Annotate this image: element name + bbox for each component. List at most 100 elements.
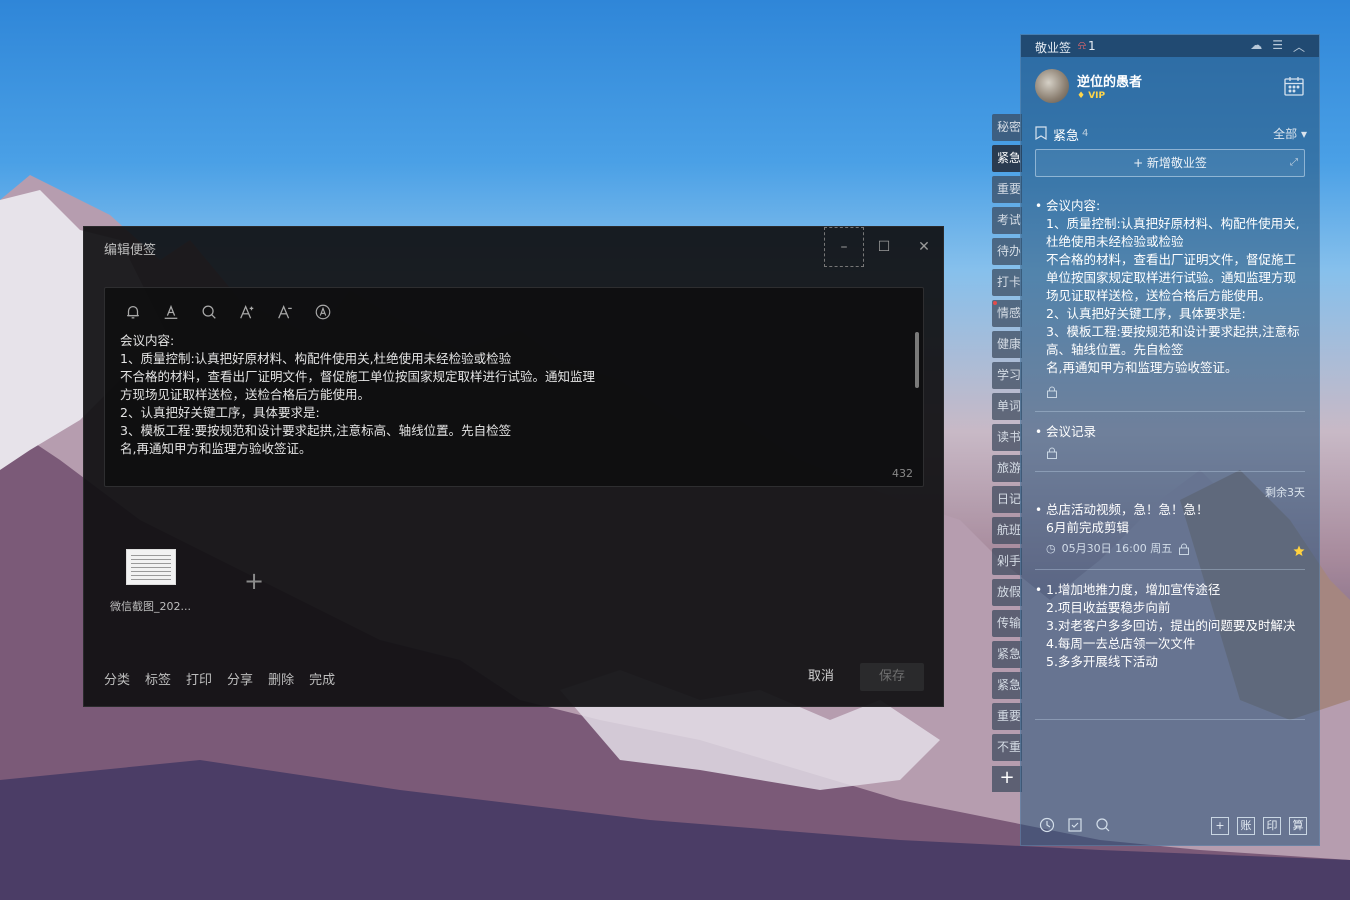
category-tab[interactable]: 旅游: [992, 455, 1022, 482]
note-item[interactable]: • 1.增加地推力度，增加宣传途径 2.项目收益要稳步向前 3.对老客户多多回访…: [1035, 581, 1305, 671]
username[interactable]: 逆位的愚者: [1077, 71, 1142, 90]
category-tab[interactable]: 单词: [992, 393, 1022, 420]
category-tab[interactable]: 读书: [992, 424, 1022, 451]
category-tab[interactable]: 健康: [992, 331, 1022, 358]
calendar-icon[interactable]: [1283, 75, 1305, 97]
share-button[interactable]: 分享: [227, 669, 253, 688]
font-increase-icon[interactable]: [237, 302, 257, 322]
category-button[interactable]: 分类: [104, 669, 130, 688]
category-tab[interactable]: 考试: [992, 207, 1022, 234]
collapse-icon[interactable]: ︿: [1293, 38, 1305, 55]
bottom-action-bar: 分类 标签 打印 分享 删除 完成: [104, 669, 335, 688]
add-box-button[interactable]: +: [1211, 817, 1229, 835]
category-tab-active[interactable]: 紧急: [992, 145, 1022, 172]
note-item-line: 4.每周一去总店领一次文件: [1046, 636, 1196, 651]
category-tab[interactable]: 紧急: [992, 641, 1022, 668]
sticky-note-panel: 敬业签 ⍾ 1 ☁ ☰ ︿ 逆位的愚者 ♦ VIP 紧急 4 全部 ▾ + 新增…: [1020, 34, 1320, 846]
bullet-icon: •: [1035, 583, 1043, 597]
lock-icon: [1179, 543, 1190, 555]
note-line: 3、模板工程:要按规范和设计要求起拱,注意标高、轴线位置。先自检签: [120, 423, 512, 438]
panel-bottom-bar: + 账 印 算: [1035, 817, 1307, 837]
calculator-button[interactable]: 算: [1289, 817, 1307, 835]
cancel-button[interactable]: 取消: [800, 663, 842, 691]
add-category-button[interactable]: +: [992, 766, 1022, 792]
attachment-name: 微信截图_202...: [110, 600, 191, 613]
search-icon[interactable]: [199, 302, 219, 322]
search-icon[interactable]: [1095, 817, 1111, 833]
star-icon[interactable]: [1293, 545, 1305, 557]
panel-titlebar: 敬业签 ⍾ 1 ☁ ☰ ︿: [1021, 35, 1319, 57]
category-count: 4: [1082, 128, 1089, 139]
note-item[interactable]: • 会议内容: 1、质量控制:认真把好原材料、构配件使用关,杜绝使用未经检验或检…: [1035, 197, 1305, 400]
delete-button[interactable]: 删除: [268, 669, 294, 688]
bell-icon[interactable]: [123, 302, 143, 322]
minimize-button[interactable]: –: [824, 227, 864, 267]
note-item-line: 3、模板工程:要按规范和设计要求起拱,注意标高、轴线位置。先自检签: [1046, 324, 1300, 357]
filter-label: 全部: [1273, 127, 1298, 141]
clock-icon: ◷: [1046, 542, 1056, 555]
note-item-line: 5.多多开展线下活动: [1046, 654, 1158, 669]
font-decrease-icon[interactable]: [275, 302, 295, 322]
category-tab-label: 情感: [997, 306, 1022, 320]
note-item-footer: ◷ 05月30日 16:00 周五: [1046, 541, 1305, 557]
close-button[interactable]: ✕: [904, 227, 944, 267]
avatar[interactable]: [1035, 69, 1069, 103]
category-tab[interactable]: 紧急: [992, 672, 1022, 699]
note-item-body: 总店活动视频，急！急！急！ 6月前完成剪辑: [1046, 501, 1305, 537]
print-button[interactable]: 印: [1263, 817, 1281, 835]
expand-icon[interactable]: ⤢: [1290, 150, 1298, 176]
divider: [1035, 411, 1305, 412]
attachment-thumbnail[interactable]: [126, 549, 176, 585]
note-item[interactable]: • 总店活动视频，急！急！急！ 6月前完成剪辑 ◷ 05月30日 16:00 周…: [1035, 501, 1305, 557]
category-tab[interactable]: 放假: [992, 579, 1022, 606]
filter-dropdown[interactable]: 全部 ▾: [1273, 125, 1307, 142]
category-tab[interactable]: 学习: [992, 362, 1022, 389]
note-item-line: 2、认真把好关键工序，具体要求是:: [1046, 306, 1246, 321]
add-attachment-button[interactable]: +: [242, 569, 266, 593]
category-tab[interactable]: 秘密: [992, 114, 1022, 141]
checklist-icon[interactable]: [1067, 817, 1083, 833]
menu-icon[interactable]: ☰: [1272, 38, 1283, 55]
note-item-line: 1、质量控制:认真把好原材料、构配件使用关,杜绝使用未经检验或检验: [1046, 216, 1300, 249]
tag-button[interactable]: 标签: [145, 669, 171, 688]
new-note-label: + 新增敬业签: [1133, 156, 1207, 170]
category-tab[interactable]: 重要: [992, 176, 1022, 203]
category-tab[interactable]: 传输: [992, 610, 1022, 637]
text-style-icon[interactable]: [313, 302, 333, 322]
print-button[interactable]: 打印: [186, 669, 212, 688]
note-line: 1、质量控制:认真把好原材料、构配件使用关,杜绝使用未经检验或检验: [120, 351, 512, 366]
category-tab[interactable]: 重要: [992, 703, 1022, 730]
note-line: 方现场见证取样送检，送检合格后方能使用。: [120, 387, 371, 402]
editor-scrollbar[interactable]: [915, 332, 919, 388]
category-tab[interactable]: 剁手: [992, 548, 1022, 575]
category-tab[interactable]: 情感: [992, 300, 1022, 327]
note-editor[interactable]: 会议内容: 1、质量控制:认真把好原材料、构配件使用关,杜绝使用未经检验或检验 …: [104, 287, 924, 487]
lock-icon: [1047, 386, 1057, 398]
note-item-line: 1.增加地推力度，增加宣传途径: [1046, 582, 1221, 597]
attachment-item[interactable]: 微信截图_202...: [110, 549, 200, 614]
complete-button[interactable]: 完成: [309, 669, 335, 688]
category-tab[interactable]: 不重: [992, 734, 1022, 761]
bullet-icon: •: [1035, 199, 1043, 213]
category-tab[interactable]: 待办: [992, 238, 1022, 265]
notification-button[interactable]: ⍾ 1: [1078, 38, 1096, 53]
maximize-button[interactable]: ☐: [864, 227, 904, 267]
text-color-icon[interactable]: [161, 302, 181, 322]
edit-note-window: 编辑便签 – ☐ ✕ 会议内容: 1、质量控制:认真把好原材料、构配件使用关,杜…: [83, 226, 944, 707]
note-content[interactable]: 会议内容: 1、质量控制:认真把好原材料、构配件使用关,杜绝使用未经检验或检验 …: [120, 332, 900, 458]
new-note-button[interactable]: + 新增敬业签 ⤢: [1035, 149, 1305, 177]
note-item-line: 2.项目收益要稳步向前: [1046, 600, 1171, 615]
clock-icon[interactable]: [1039, 817, 1055, 833]
panel-bottom-right: + 账 印 算: [1211, 817, 1307, 835]
category-header: 紧急 4 全部 ▾: [1035, 125, 1307, 144]
category-tab[interactable]: 打卡: [992, 269, 1022, 296]
note-item[interactable]: • 会议记录: [1035, 423, 1305, 461]
bookmark-icon: [1035, 126, 1047, 140]
save-button[interactable]: 保存: [860, 663, 924, 691]
account-button[interactable]: 账: [1237, 817, 1255, 835]
category-tab[interactable]: 航班: [992, 517, 1022, 544]
category-tab[interactable]: 日记: [992, 486, 1022, 513]
note-item-line: 3.对老客户多多回访，提出的问题要及时解决: [1046, 618, 1296, 633]
cloud-sync-icon[interactable]: ☁: [1250, 38, 1262, 55]
note-item-line: 6月前完成剪辑: [1046, 520, 1129, 535]
